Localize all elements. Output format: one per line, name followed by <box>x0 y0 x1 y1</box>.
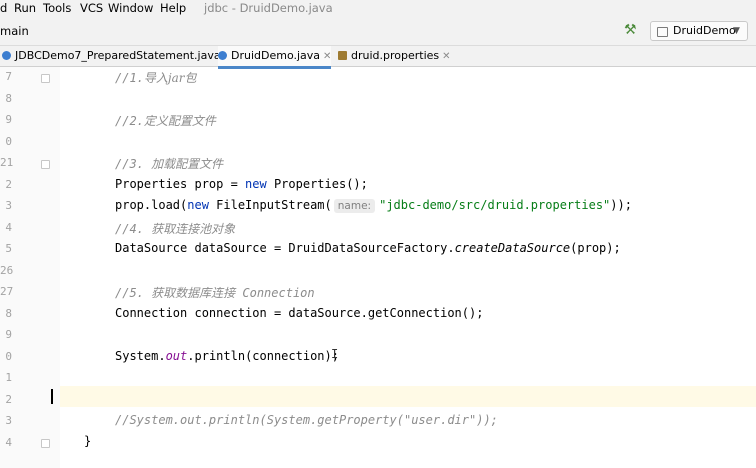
current-line-highlight <box>0 386 756 407</box>
menu-item-tools[interactable]: Tools <box>43 0 71 17</box>
line-number: 4 <box>5 436 12 449</box>
code-line[interactable]: DataSource dataSource = DruidDataSourceF… <box>115 241 621 255</box>
line-number: 7 <box>5 70 12 83</box>
chevron-down-icon: ▼ <box>733 26 740 36</box>
tab-label: JDBCDemo7_PreparedStatement.java <box>15 49 221 62</box>
run-configuration-dropdown[interactable]: DruidDemo ▼ <box>650 21 748 41</box>
fold-marker-icon[interactable] <box>41 160 50 169</box>
window-title: jdbc - DruidDemo.java <box>204 1 333 15</box>
line-number: 3 <box>5 199 12 212</box>
java-class-icon <box>218 51 227 60</box>
menu-item-partial[interactable]: d <box>0 0 7 17</box>
menu-item-help[interactable]: Help <box>160 0 186 17</box>
fold-marker-icon[interactable] <box>41 439 50 448</box>
line-number: 0 <box>5 135 12 148</box>
menu-item-vcs[interactable]: VCS <box>80 0 103 17</box>
breadcrumb[interactable]: main <box>0 24 29 38</box>
line-number: 9 <box>5 328 12 341</box>
menu-item-run[interactable]: Run <box>14 0 36 17</box>
line-number: 9 <box>5 113 12 126</box>
code-line[interactable]: //4. 获取连接池对象 <box>115 220 235 237</box>
editor-tab-bar: JDBCDemo7_PreparedStatement.java✕ DruidD… <box>0 46 756 69</box>
navigation-bar: main ⚒ DruidDemo ▼ <box>0 17 756 46</box>
line-number: 2 <box>5 178 12 191</box>
line-number: 4 <box>5 221 12 234</box>
text-cursor-icon: I <box>331 347 339 361</box>
parameter-hint: name: <box>333 199 376 213</box>
code-line[interactable]: //1.导入jar包 <box>115 69 197 86</box>
code-line[interactable]: //5. 获取数据库连接 Connection <box>115 284 315 301</box>
code-line[interactable]: //3. 加载配置文件 <box>115 155 223 172</box>
tab-label: druid.properties <box>351 49 440 62</box>
line-number: 21 <box>0 156 14 169</box>
build-hammer-icon[interactable]: ⚒ <box>624 22 637 38</box>
close-tab-icon[interactable]: ✕ <box>323 51 331 62</box>
code-line[interactable]: prop.load(new FileInputStream(name: "jdbc… <box>115 198 632 213</box>
line-number: 0 <box>5 350 12 363</box>
menu-bar: d Run Tools VCS Window Help jdbc - Druid… <box>0 0 756 17</box>
tab-jdbcdemo7[interactable]: JDBCDemo7_PreparedStatement.java✕ <box>2 46 232 66</box>
tab-label: DruidDemo.java <box>231 49 321 62</box>
code-line[interactable]: //System.out.println(System.getProperty(… <box>115 413 498 427</box>
line-number: 1 <box>5 371 12 384</box>
text-caret <box>51 389 53 404</box>
run-config-icon <box>657 27 668 37</box>
line-number: 5 <box>5 242 12 255</box>
tab-druid-properties[interactable]: druid.properties ✕ <box>338 46 451 66</box>
line-number: 26 <box>0 264 14 277</box>
code-line[interactable]: //2.定义配置文件 <box>115 112 216 129</box>
code-line[interactable]: Properties prop = new Properties(); <box>115 177 368 191</box>
code-line[interactable]: } <box>84 434 91 448</box>
code-line[interactable]: Connection connection = dataSource.getCo… <box>115 306 483 320</box>
line-number: 3 <box>5 414 12 427</box>
line-number: 8 <box>5 92 12 105</box>
close-tab-icon[interactable]: ✕ <box>442 51 450 62</box>
tab-druiddemo[interactable]: DruidDemo.java ✕ <box>218 46 332 69</box>
fold-marker-icon[interactable] <box>41 74 50 83</box>
run-configuration-label: DruidDemo <box>673 24 736 37</box>
code-line[interactable]: System.out.println(connection); <box>115 349 339 363</box>
line-number: 27 <box>0 285 14 298</box>
properties-icon <box>338 51 347 60</box>
java-class-icon <box>2 51 11 60</box>
line-number: 2 <box>5 393 12 406</box>
line-number: 8 <box>5 307 12 320</box>
menu-item-window[interactable]: Window <box>108 0 153 17</box>
